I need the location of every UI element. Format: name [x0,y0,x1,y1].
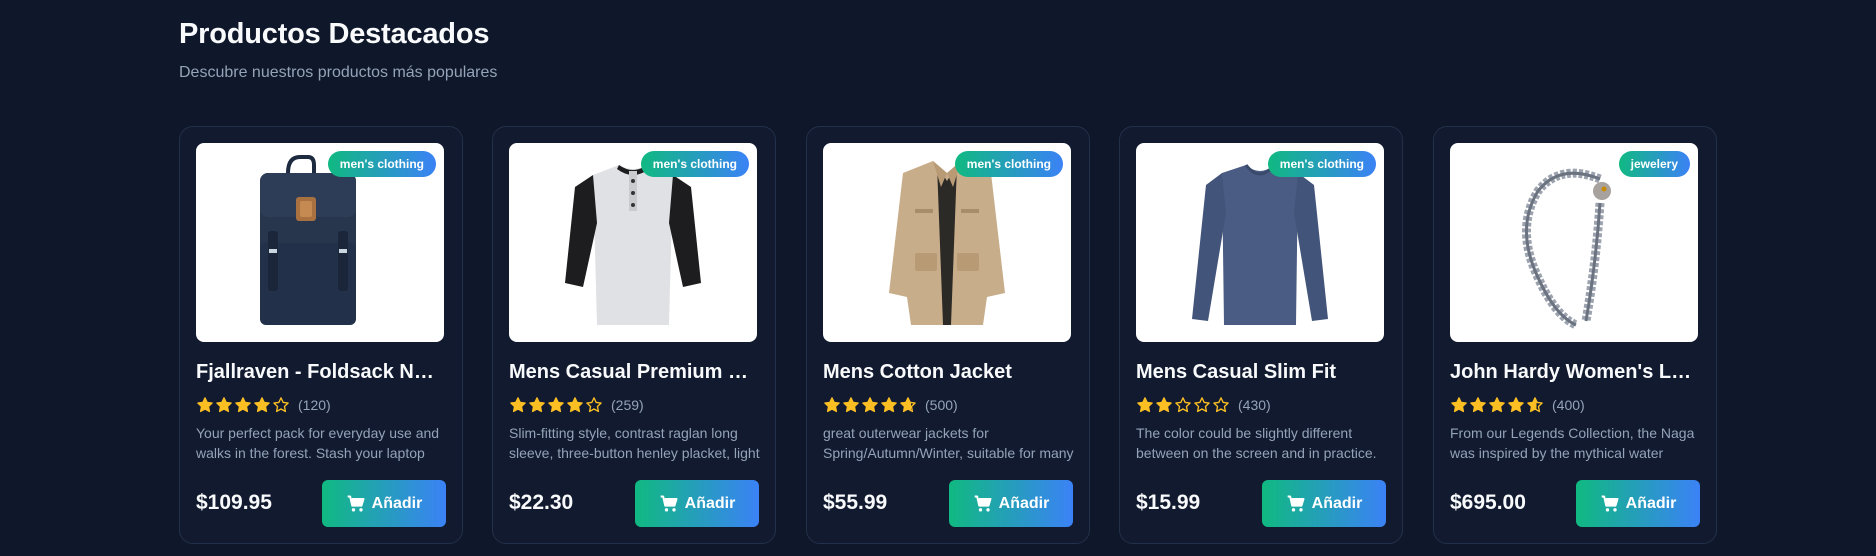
product-image[interactable]: men's clothing [1136,143,1384,342]
add-to-cart-button[interactable]: Añadir [635,480,759,527]
star-icon [843,397,859,413]
star-icon [1527,397,1543,413]
product-image[interactable]: jewelery [1450,143,1698,342]
product-name[interactable]: Mens Casual Slim Fit [1136,361,1386,384]
rating-count: (120) [298,397,331,413]
star-rating [509,396,603,414]
product-description: Slim-fitting style, contrast raglan long… [509,425,760,461]
cart-icon [1287,495,1305,511]
category-badge: men's clothing [640,151,749,177]
star-icon [1213,397,1229,413]
product-card[interactable]: men's clothing Mens Casual Slim Fit (430… [1119,126,1403,544]
add-to-cart-button[interactable]: Añadir [1576,480,1700,527]
rating-count: (430) [1238,397,1271,413]
star-icon [1175,397,1191,413]
rating-count: (259) [611,397,644,413]
product-description: great outerwear jackets for Spring/Autum… [823,425,1074,461]
star-rating [1136,396,1230,414]
section-subtitle: Descubre nuestros productos más populare… [179,64,498,81]
star-rating [196,396,290,414]
add-to-cart-label: Añadir [371,494,423,512]
add-to-cart-button[interactable]: Añadir [1262,480,1386,527]
product-card[interactable]: men's clothing Mens Cotton Jacket (500) … [806,126,1090,544]
product-price: $109.95 [196,491,272,514]
category-badge: men's clothing [327,151,436,177]
product-image[interactable]: men's clothing [196,143,444,342]
rating-count: (500) [925,397,958,413]
product-price: $55.99 [823,491,888,514]
star-rating [823,396,917,414]
rating-count: (400) [1552,397,1585,413]
category-badge: jewelery [1618,151,1690,177]
cart-icon [660,495,678,511]
star-icon [1489,397,1505,413]
product-price: $695.00 [1450,491,1526,514]
product-name[interactable]: John Hardy Women's Legends Naga Gold & S… [1450,361,1700,384]
cart-icon [1601,495,1619,511]
add-to-cart-button[interactable]: Añadir [322,480,446,527]
cart-icon [974,495,992,511]
product-name[interactable]: Fjallraven - Foldsack No. 1 Backpack, Fi… [196,361,446,384]
add-to-cart-button[interactable]: Añadir [949,480,1073,527]
star-icon [254,397,270,413]
add-to-cart-label: Añadir [684,494,736,512]
product-price: $22.30 [509,491,574,514]
product-name[interactable]: Mens Casual Premium Slim Fit T-Shirts [509,361,759,384]
star-icon [510,397,526,413]
star-icon [1508,397,1524,413]
product-name[interactable]: Mens Cotton Jacket [823,361,1073,384]
star-icon [881,397,897,413]
product-card[interactable]: men's clothing Fjallraven - Foldsack No.… [179,126,463,544]
add-to-cart-label: Añadir [1311,494,1363,512]
product-rating: (430) [1136,395,1271,415]
product-rating: (500) [823,395,958,415]
add-to-cart-label: Añadir [1625,494,1677,512]
star-rating [1450,396,1544,414]
product-image[interactable]: men's clothing [823,143,1071,342]
star-icon [548,397,564,413]
category-badge: men's clothing [954,151,1063,177]
star-icon [197,397,213,413]
star-icon [1156,397,1172,413]
star-icon [900,397,916,413]
product-description: The color could be slightly different be… [1136,425,1377,461]
star-icon [1470,397,1486,413]
category-badge: men's clothing [1267,151,1376,177]
star-icon [529,397,545,413]
add-to-cart-label: Añadir [998,494,1050,512]
star-icon [567,397,583,413]
star-icon [216,397,232,413]
product-price: $15.99 [1136,491,1201,514]
star-icon [235,397,251,413]
product-card[interactable]: jewelery John Hardy Women's Legends Naga… [1433,126,1717,544]
product-description: From our Legends Collection, the Naga wa… [1450,425,1695,461]
section-title: Productos Destacados [179,18,490,50]
product-rating: (400) [1450,395,1585,415]
product-card[interactable]: men's clothing Mens Casual Premium Slim … [492,126,776,544]
product-rating: (120) [196,395,331,415]
star-icon [862,397,878,413]
product-description: Your perfect pack for everyday use and w… [196,425,440,461]
star-icon [1451,397,1467,413]
product-image[interactable]: men's clothing [509,143,757,342]
product-rating: (259) [509,395,644,415]
star-icon [273,397,289,413]
star-icon [586,397,602,413]
star-icon [1194,397,1210,413]
star-icon [1137,397,1153,413]
star-icon [824,397,840,413]
cart-icon [347,495,365,511]
